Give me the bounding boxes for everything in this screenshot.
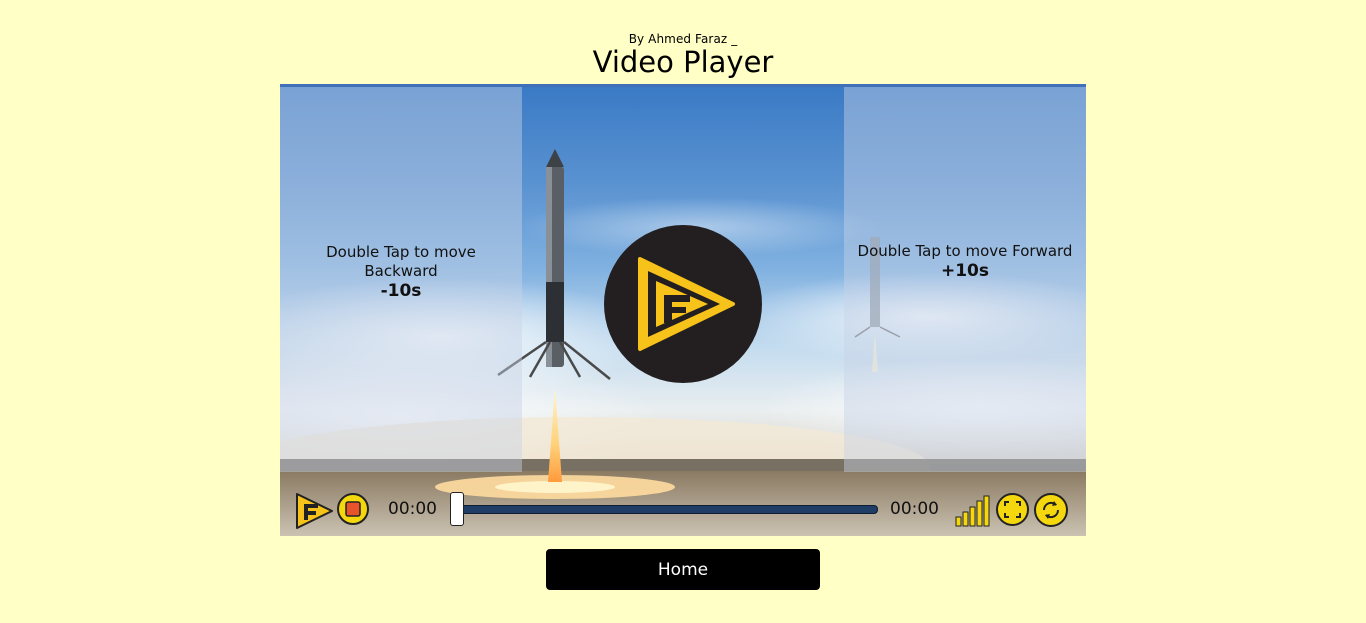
home-button[interactable]: Home xyxy=(546,549,820,590)
duration-time: 00:00 xyxy=(890,499,939,519)
video-player[interactable]: Double Tap to move Backward -10s Double … xyxy=(280,84,1086,536)
page-header: By Ahmed Faraz _ Video Player xyxy=(0,31,1366,77)
seek-forward-zone[interactable]: Double Tap to move Forward +10s xyxy=(844,87,1086,472)
backward-amount: -10s xyxy=(380,281,422,301)
seek-thumb[interactable] xyxy=(450,492,464,526)
play-logo-icon xyxy=(638,257,735,351)
stop-icon xyxy=(345,501,361,517)
seek-backward-zone[interactable]: Double Tap to move Backward -10s xyxy=(280,87,522,472)
center-play-button[interactable] xyxy=(604,225,762,383)
forward-amount: +10s xyxy=(940,261,990,281)
current-time: 00:00 xyxy=(388,499,437,519)
fullscreen-icon xyxy=(1004,501,1021,518)
stop-button[interactable] xyxy=(337,493,369,525)
play-logo-icon[interactable] xyxy=(294,492,334,530)
rotate-button[interactable] xyxy=(1034,493,1068,527)
forward-hint-text: Double Tap to move Forward xyxy=(857,242,1073,260)
rotate-icon xyxy=(1042,501,1060,519)
page-title: Video Player xyxy=(592,45,774,79)
volume-bars-icon[interactable] xyxy=(954,495,990,527)
seek-track[interactable] xyxy=(457,505,878,514)
fullscreen-button[interactable] xyxy=(996,493,1029,526)
backward-hint-text: Double Tap to move Backward xyxy=(326,243,476,280)
control-bar: 00:00 00:00 xyxy=(280,486,1086,536)
